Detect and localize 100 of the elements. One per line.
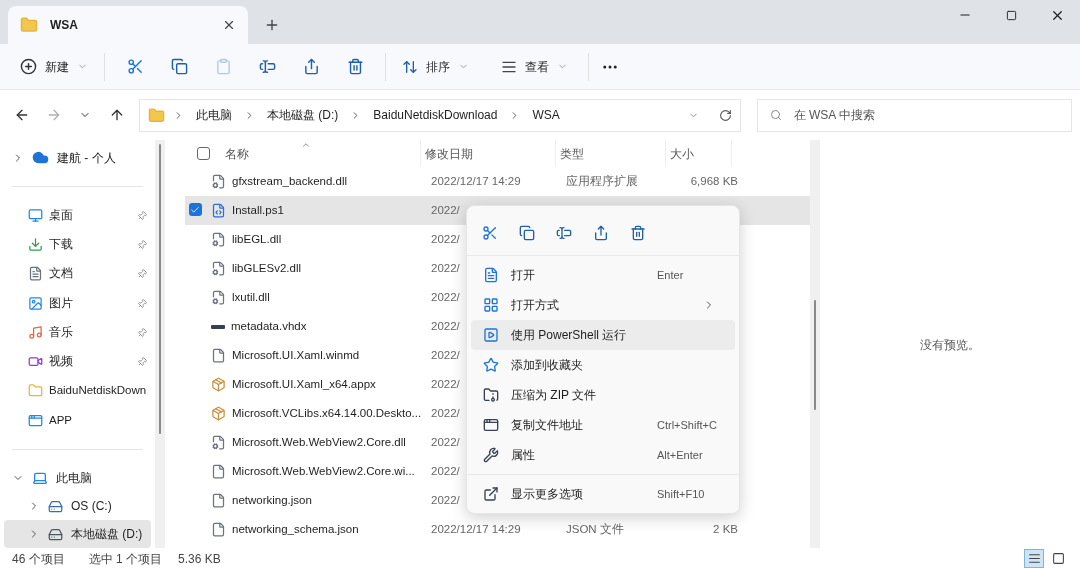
menu-item[interactable]: 复制文件地址 Ctrl+Shift+C: [471, 410, 735, 440]
new-tab-icon[interactable]: [264, 17, 280, 33]
column-header[interactable]: 修改日期: [421, 140, 556, 167]
tiles-icon: [1051, 552, 1065, 565]
scrollbar[interactable]: [155, 140, 165, 548]
sidebar-item[interactable]: 建航 - 个人: [0, 144, 155, 172]
file-name: networking.json: [232, 492, 312, 508]
sort-button[interactable]: 排序: [394, 50, 477, 83]
modified-date: 2022/: [431, 203, 460, 216]
music-icon: [28, 324, 43, 340]
picture-icon: [28, 295, 43, 311]
column-header[interactable]: 类型: [556, 140, 666, 167]
monitor-icon: [28, 207, 43, 223]
modified-date: 2022/: [431, 406, 460, 419]
file-name: gfxstream_backend.dll: [232, 173, 348, 189]
sidebar-item[interactable]: 视频: [0, 347, 155, 377]
plus-circle-icon: [20, 58, 37, 75]
sidebar-item[interactable]: 图片: [0, 288, 155, 318]
breadcrumb[interactable]: 本地磁盘 (D:): [263, 106, 343, 124]
new-button[interactable]: 新建: [12, 50, 96, 83]
modified-date: 2022/: [431, 464, 460, 477]
file-name: networking_schema.json: [232, 521, 359, 537]
modified-date: 2022/: [431, 493, 460, 506]
drive-icon: [48, 526, 63, 542]
modified-date: 2022/: [431, 348, 460, 361]
details-icon: [1027, 552, 1041, 565]
row-checkbox[interactable]: [188, 203, 202, 216]
file-gear-icon: [211, 261, 226, 276]
scrollbar[interactable]: [810, 140, 820, 548]
shortcut-text: Alt+Enter: [657, 447, 704, 463]
file-name: Microsoft.Web.WebView2.Core.dll: [232, 434, 406, 450]
menu-item[interactable]: 属性 Alt+Enter: [471, 440, 735, 470]
sidebar-item[interactable]: 桌面: [0, 200, 155, 230]
paste-icon: [214, 58, 232, 75]
notepad-icon: [483, 267, 499, 283]
file-icon: [211, 522, 226, 537]
package-icon: [211, 406, 226, 421]
menu-item[interactable]: 压缩为 ZIP 文件: [471, 380, 735, 410]
modified-date: 2022/: [431, 290, 460, 303]
app-icon: [28, 412, 43, 428]
column-header[interactable]: 名称: [221, 140, 421, 167]
modified-date: 2022/12/17 14:29: [431, 522, 521, 535]
apps-icon: [483, 297, 499, 313]
menu-item[interactable]: 添加到收藏夹: [471, 350, 735, 380]
sidebar-item[interactable]: APP: [0, 405, 155, 435]
file-type: 应用程序扩展: [565, 173, 639, 189]
sort-icon: [402, 58, 418, 75]
refresh-icon[interactable]: [718, 108, 732, 122]
tab-title: WSA: [50, 17, 79, 34]
cut-icon: [126, 58, 144, 75]
file-name: Microsoft.VCLibs.x64.14.00.Deskto...: [232, 405, 422, 421]
file-name: lxutil.dll: [232, 289, 270, 305]
sidebar-item[interactable]: 下载: [0, 230, 155, 260]
file-size: 6,968 KB: [689, 173, 738, 189]
sidebar-item[interactable]: OS (C:): [4, 492, 151, 521]
breadcrumb[interactable]: 此电脑: [192, 106, 236, 124]
breadcrumb[interactable]: WSA: [528, 106, 564, 124]
folder-icon: [148, 106, 165, 124]
select-all-checkbox[interactable]: [196, 147, 210, 160]
file-gear-icon: [211, 435, 226, 450]
file-name: Microsoft.UI.Xaml.winmd: [232, 347, 360, 363]
disk-image-icon: [211, 324, 225, 329]
window-tab[interactable]: WSA: [8, 6, 248, 44]
modified-date: 2022/: [431, 261, 460, 274]
modified-date: 2022/: [431, 319, 460, 332]
shortcut-text: Shift+F10: [657, 486, 706, 502]
menu-item[interactable]: 使用 PowerShell 运行: [471, 320, 735, 350]
file-icon: [211, 464, 226, 479]
file-size: 2 KB: [712, 521, 738, 537]
details-view-button[interactable]: [1024, 549, 1044, 568]
modified-date: 2022/: [431, 435, 460, 448]
document-icon: [28, 266, 43, 282]
file-gear-icon: [211, 290, 226, 305]
copy-icon: [170, 58, 188, 75]
maximize-icon[interactable]: [1005, 9, 1017, 21]
sidebar-item[interactable]: BaiduNetdiskDown: [0, 376, 155, 406]
close-tab-icon[interactable]: [222, 18, 236, 32]
menu-item[interactable]: 显示更多选项 Shift+F10: [471, 479, 735, 509]
search-field[interactable]: 在 WSA 中搜索: [756, 98, 1072, 132]
breadcrumb[interactable]: BaiduNetdiskDownload: [369, 106, 502, 124]
search-input[interactable]: 在 WSA 中搜索: [793, 106, 1059, 124]
view-button[interactable]: 查看: [493, 50, 576, 83]
star-icon: [483, 357, 499, 373]
run-icon: [483, 327, 499, 343]
computer-icon: [32, 470, 48, 487]
menu-item[interactable]: 打开方式: [471, 290, 735, 320]
sidebar-item[interactable]: 文档: [0, 259, 155, 289]
check-icon: [190, 204, 200, 215]
drive-icon: [48, 498, 63, 514]
address-bar[interactable]: 此电脑 本地磁盘 (D:) BaiduNetdiskDownload WSA: [139, 98, 741, 132]
file-name: Install.ps1: [232, 202, 284, 218]
file-name: libGLESv2.dll: [232, 260, 302, 276]
package-icon: [211, 377, 226, 392]
column-header[interactable]: 大小: [666, 140, 732, 167]
sidebar-item[interactable]: 此电脑: [0, 463, 155, 493]
menu-item[interactable]: 打开 Enter: [471, 260, 735, 290]
file-icon: [211, 348, 226, 363]
item-count: 46 个项目: [12, 550, 65, 568]
sidebar-item[interactable]: 音乐: [0, 317, 155, 347]
sidebar-item[interactable]: 本地磁盘 (D:): [4, 520, 151, 548]
